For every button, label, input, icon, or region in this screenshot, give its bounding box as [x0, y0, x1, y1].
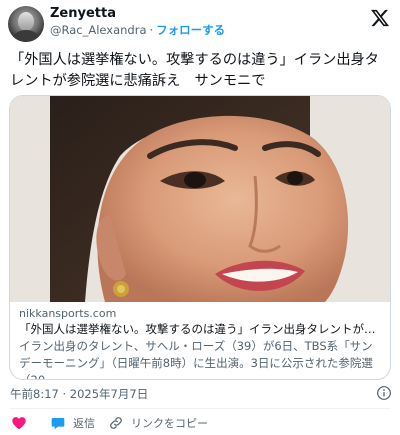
card-description: イラン出身のタレント、サヘル・ローズ（39）が6日、TBS系「サンデーモーニング…	[19, 339, 373, 380]
card-image[interactable]	[10, 96, 390, 302]
reply-icon	[51, 418, 65, 430]
tweet-header: Zenyetta @Rac_Alexandra · フォローする	[0, 0, 400, 46]
avatar[interactable]	[8, 6, 44, 42]
user-handle[interactable]: @Rac_Alexandra	[50, 23, 147, 37]
link-icon	[110, 417, 122, 429]
follow-button[interactable]: フォローする	[156, 23, 225, 37]
info-icon[interactable]	[376, 385, 392, 401]
portrait-photo	[10, 96, 390, 302]
x-logo-icon[interactable]	[370, 8, 390, 28]
display-name[interactable]: Zenyetta	[50, 6, 116, 22]
reply-label: 返信	[73, 417, 95, 430]
link-card[interactable]: nikkansports.com 「外国人は選挙権ない。攻撃するのは違う」イラン…	[9, 95, 391, 380]
heart-icon	[12, 417, 26, 430]
separator: ·	[149, 23, 154, 37]
card-title[interactable]: 「外国人は選挙権ない。攻撃するのは違う」イラン出身タレントが参…	[19, 321, 381, 338]
copy-link-label: リンクをコピー	[131, 417, 208, 430]
action-bar: 返信 リンクをコピー	[0, 413, 400, 433]
card-domain: nikkansports.com	[19, 307, 117, 320]
tweet-text: 「外国人は選挙権ない。攻撃するのは違う」イラン出身タレントが参院選に悲痛訴え サ…	[10, 52, 379, 89]
copy-link-button[interactable]: リンクをコピー	[108, 413, 208, 433]
divider	[10, 408, 390, 409]
handle-row: @Rac_Alexandra · フォローする	[50, 23, 225, 38]
like-button[interactable]	[11, 413, 34, 433]
timestamp[interactable]: 午前8:17 · 2025年7月7日	[10, 386, 148, 402]
card-meta: nikkansports.com 「外国人は選挙権ない。攻撃するのは違う」イラン…	[10, 302, 390, 380]
reply-button[interactable]: 返信	[50, 413, 95, 433]
